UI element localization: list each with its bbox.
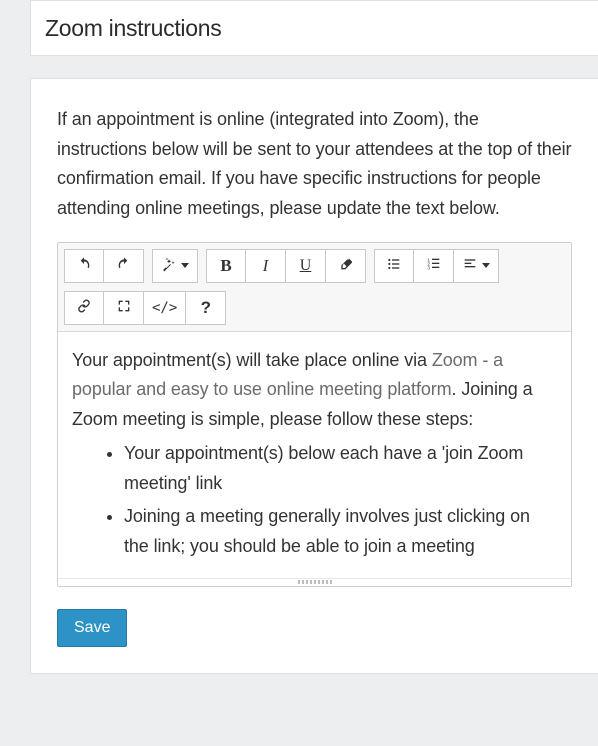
list-ol-icon: 123 — [426, 256, 442, 276]
code-view-button[interactable]: </> — [144, 291, 186, 325]
help-button[interactable]: ? — [186, 291, 226, 325]
redo-button[interactable] — [104, 249, 144, 283]
paragraph-button[interactable] — [454, 249, 499, 283]
list-item: Your appointment(s) below each have a 'j… — [124, 439, 553, 498]
section-title: Zoom instructions — [45, 15, 221, 42]
unordered-list-button[interactable] — [374, 249, 414, 283]
fullscreen-button[interactable] — [104, 291, 144, 325]
list-item: Joining a meeting generally involves jus… — [124, 502, 553, 561]
settings-panel: If an appointment is online (integrated … — [30, 78, 598, 674]
chevron-down-icon — [482, 263, 490, 268]
redo-icon — [116, 256, 132, 276]
save-button[interactable]: Save — [57, 609, 127, 647]
magic-button[interactable] — [152, 249, 198, 283]
eraser-icon — [338, 256, 354, 276]
editor-paragraph-prefix: Your appointment(s) will take place onli… — [72, 350, 432, 370]
resize-handle[interactable] — [58, 578, 571, 586]
undo-icon — [76, 256, 92, 276]
grip-icon — [298, 580, 332, 584]
editor-bullet-list: Your appointment(s) below each have a 'j… — [72, 439, 553, 562]
editor-toolbar: B I U 123 — [58, 243, 571, 332]
italic-button[interactable]: I — [246, 249, 286, 283]
undo-button[interactable] — [64, 249, 104, 283]
underline-button[interactable]: U — [286, 249, 326, 283]
intro-text: If an appointment is online (integrated … — [57, 105, 572, 224]
link-icon — [76, 298, 92, 318]
bold-button[interactable]: B — [206, 249, 246, 283]
link-button[interactable] — [64, 291, 104, 325]
editor-content[interactable]: Your appointment(s) will take place onli… — [58, 332, 571, 578]
chevron-down-icon — [181, 263, 189, 268]
section-header: Zoom instructions — [30, 0, 598, 56]
svg-text:3: 3 — [427, 265, 430, 270]
eraser-button[interactable] — [326, 249, 366, 283]
list-ul-icon — [386, 256, 402, 276]
expand-icon — [116, 298, 132, 318]
rich-text-editor: B I U 123 — [57, 242, 572, 587]
align-left-icon — [462, 256, 478, 276]
magic-wand-icon — [161, 256, 177, 276]
ordered-list-button[interactable]: 123 — [414, 249, 454, 283]
